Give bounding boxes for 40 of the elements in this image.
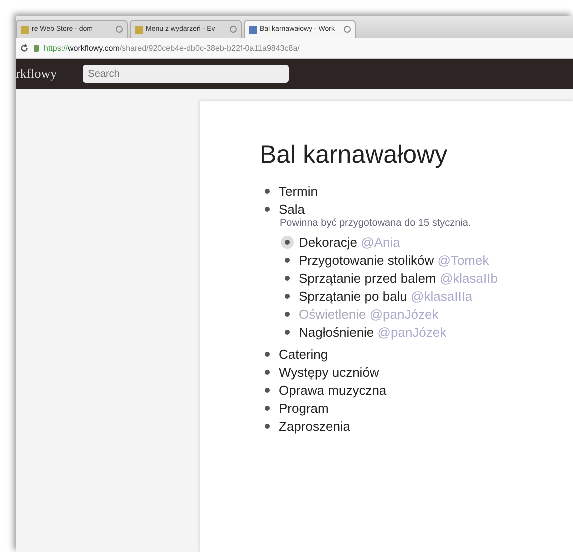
item-text: Dekoracje @Ania <box>299 234 400 250</box>
close-icon[interactable] <box>344 26 351 33</box>
item-text: Catering <box>279 346 328 362</box>
lock-icon <box>34 44 39 52</box>
bullet-icon[interactable] <box>285 258 290 262</box>
page-icon <box>21 26 29 34</box>
search-field[interactable]: Search <box>83 65 290 83</box>
page-title: Bal karnawałowy <box>260 141 449 170</box>
item-text: Sala <box>279 202 306 216</box>
item-text: Występy uczniów <box>279 364 380 380</box>
bullet-icon[interactable] <box>285 312 290 316</box>
item-text: Program <box>279 400 329 416</box>
close-icon[interactable] <box>230 26 237 33</box>
item-text: Oświetlenie @panJózek <box>299 306 439 322</box>
item-text: Przygotowanie stolików @Tomek <box>299 252 490 268</box>
bullet-icon[interactable] <box>285 294 290 298</box>
bullet-icon[interactable] <box>285 276 290 280</box>
item-text: Nagłośnienie @panJózek <box>299 324 447 340</box>
bullet-icon[interactable] <box>265 370 270 374</box>
bullet-icon[interactable] <box>265 406 270 410</box>
close-icon[interactable] <box>116 26 123 33</box>
bullet-icon[interactable] <box>285 330 290 334</box>
item-text: Termin <box>279 184 318 198</box>
item-text: Zaproszenia <box>279 418 351 434</box>
bullet-icon[interactable] <box>265 388 270 392</box>
item-text: Oprawa muzyczna <box>279 382 387 398</box>
reload-icon[interactable] <box>20 44 29 52</box>
page-icon <box>249 26 257 34</box>
bullet-icon[interactable] <box>265 424 270 428</box>
page-icon <box>135 26 143 34</box>
item-note: Powinna być przygotowana do 15 stycznia. <box>280 218 472 229</box>
address-bar[interactable]: https://workflowy.com/shared/920ceb4e-db0c-38eb-b22f-0a11a9843c8a/ <box>16 38 573 59</box>
url-text: https://workflowy.com/shared/920ceb4e-db0c-38eb-b22f-0a11a9843c8a/ <box>44 44 300 52</box>
bullet-icon[interactable] <box>265 352 270 356</box>
logo[interactable]: rkflowy <box>16 66 58 82</box>
item-text: Sprzątanie przed balem @klasaIIb <box>299 270 498 286</box>
bullet-icon[interactable] <box>285 240 290 244</box>
bullet-icon[interactable] <box>265 206 270 212</box>
bullet-icon[interactable] <box>265 188 270 194</box>
item-text: Sprzątanie po balu @klasaIIIa <box>299 288 473 304</box>
